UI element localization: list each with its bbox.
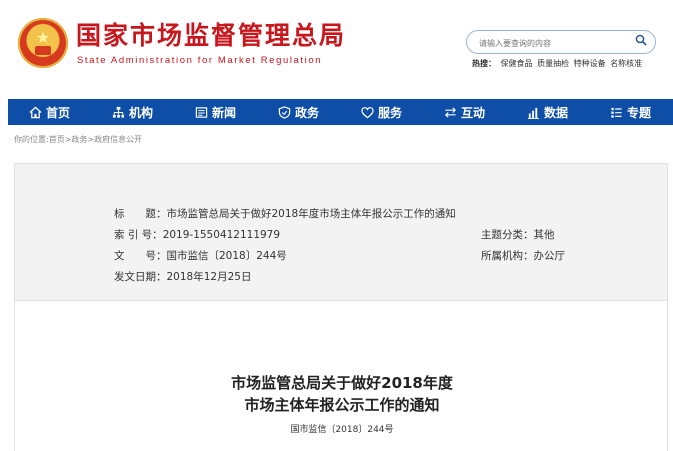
nav-government-affairs-label: 政务	[294, 105, 319, 120]
nav-organization-label: 机构	[128, 105, 153, 120]
document-title-line-2: 市场主体年报公示工作的通知	[244, 396, 440, 414]
info-org-value: 办公厅	[533, 250, 566, 262]
search-input[interactable]	[477, 34, 631, 52]
nav-interaction[interactable]: 互动	[423, 99, 506, 125]
document-number: 国市监信〔2018〕244号	[290, 425, 394, 435]
national-emblem-logo[interactable]: ★	[18, 18, 68, 68]
nav-interaction-label: 互动	[460, 105, 485, 120]
info-title-row: 标 题：市场监管总局关于做好2018年度市场主体年报公示工作的通知	[114, 206, 456, 221]
document-info-panel: 标 题：市场监管总局关于做好2018年度市场主体年报公示工作的通知 索 引 号：…	[14, 163, 668, 301]
nav-service-label: 服务	[377, 105, 402, 120]
heart-icon	[361, 106, 374, 118]
site-title[interactable]: 国家市场监督管理总局	[76, 22, 346, 50]
hot-link-special-equipment[interactable]: 特种设备	[574, 59, 606, 68]
info-title-label: 标 题：	[114, 208, 167, 220]
nav-news[interactable]: 新闻	[174, 99, 257, 125]
list-icon	[611, 107, 622, 118]
nav-data-label: 数据	[543, 105, 568, 120]
info-docno-row: 文 号：国市监信〔2018〕244号	[114, 248, 287, 263]
hot-link-health-food[interactable]: 保健食品	[501, 59, 533, 68]
main-nav: 首页 机构 新闻 政务 服务 互动 数据 专题	[8, 99, 673, 125]
hot-link-quality-check[interactable]: 质量抽检	[537, 59, 569, 68]
shield-icon	[278, 105, 291, 119]
hot-link-name-approval[interactable]: 名称核准	[610, 59, 642, 68]
info-date-value: 2018年12月25日	[166, 271, 252, 283]
document-title-line-1: 市场监管总局关于做好2018年度	[231, 374, 453, 392]
info-docno-label: 文 号：	[114, 250, 167, 262]
info-category-row: 主题分类：其他	[481, 227, 555, 242]
info-index-label: 索 引 号：	[114, 229, 163, 241]
info-category-label: 主题分类：	[481, 229, 534, 241]
nav-service[interactable]: 服务	[340, 99, 423, 125]
site-header: ★ 国家市场监督管理总局 State Administration for Ma…	[0, 0, 673, 96]
gate-icon	[35, 46, 51, 55]
info-date-label: 发文日期：	[114, 271, 167, 283]
info-category-value: 其他	[533, 229, 555, 241]
news-icon	[195, 106, 208, 118]
info-title-value: 市场监管总局关于做好2018年度市场主体年报公示工作的通知	[166, 208, 456, 220]
info-org-row: 所属机构：办公厅	[481, 248, 565, 263]
org-chart-icon	[112, 106, 125, 118]
info-org-label: 所属机构：	[481, 250, 534, 262]
info-date-row: 发文日期：2018年12月25日	[114, 269, 251, 284]
site-subtitle: State Administration for Market Regulati…	[77, 55, 323, 66]
nav-data[interactable]: 数据	[506, 99, 589, 125]
document-body: 市场监管总局关于做好2018年度 市场主体年报公示工作的通知 国市监信〔2018…	[14, 301, 668, 451]
bar-chart-icon	[527, 107, 540, 119]
search-icon[interactable]	[635, 34, 647, 46]
search-box	[466, 30, 656, 54]
nav-special-topics[interactable]: 专题	[589, 99, 672, 125]
nav-home-label: 首页	[45, 105, 70, 120]
hot-search: 热搜： 保健食品 质量抽检 特种设备 名称核准	[472, 58, 642, 69]
breadcrumb[interactable]: 你的位置:首页>政务>政府信息公开	[14, 134, 142, 145]
info-index-row: 索 引 号：2019-1550412111979	[114, 227, 280, 242]
nav-news-label: 新闻	[211, 105, 236, 120]
info-docno-value: 国市监信〔2018〕244号	[166, 250, 287, 262]
nav-special-topics-label: 专题	[626, 105, 651, 120]
nav-government-affairs[interactable]: 政务	[257, 99, 340, 125]
nav-organization[interactable]: 机构	[91, 99, 174, 125]
nav-home[interactable]: 首页	[8, 99, 91, 125]
hot-search-label: 热搜：	[472, 59, 496, 68]
info-index-value: 2019-1550412111979	[162, 229, 281, 241]
star-icon: ★	[35, 28, 51, 47]
exchange-icon	[444, 106, 456, 118]
home-icon	[29, 106, 42, 118]
